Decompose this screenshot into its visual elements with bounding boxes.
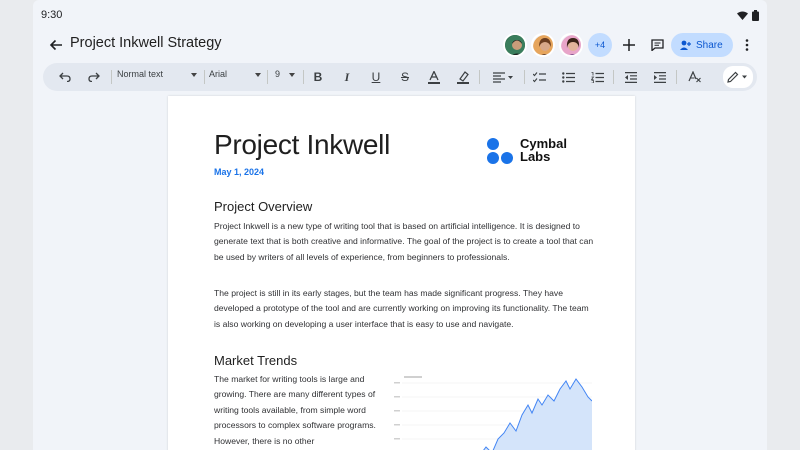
font-dropdown[interactable]: Arial — [209, 69, 261, 85]
person-add-icon — [680, 40, 691, 50]
chart-area — [483, 379, 592, 450]
comment-icon — [650, 39, 664, 51]
bold-icon: B — [313, 70, 323, 84]
company-logo: Cymbal Labs — [486, 137, 586, 167]
document-date: May 1, 2024 — [214, 167, 265, 177]
share-button[interactable]: Share — [671, 33, 733, 57]
underline-icon: U — [371, 70, 381, 84]
decrease-indent-button[interactable] — [622, 68, 640, 86]
checklist-icon — [532, 71, 546, 82]
add-button[interactable] — [620, 36, 638, 54]
document-title[interactable]: Project Inkwell Strategy — [70, 35, 222, 51]
collaborator-avatar[interactable] — [531, 33, 555, 57]
bold-button[interactable]: B — [309, 68, 327, 86]
document-heading: Project Inkwell — [214, 129, 391, 160]
italic-icon: I — [344, 69, 350, 84]
avatar-image — [505, 35, 525, 55]
status-time: 9:30 — [41, 9, 63, 21]
numbered-list-icon — [590, 71, 604, 83]
font-size-dropdown[interactable]: 9 — [275, 69, 295, 85]
chevron-down-icon — [289, 73, 295, 77]
toolbar-divider — [676, 70, 677, 84]
wifi-icon — [737, 11, 748, 20]
battery-icon — [752, 10, 759, 21]
collaborator-avatar[interactable] — [503, 33, 527, 57]
avatar-image — [533, 35, 553, 55]
indent-decrease-icon — [625, 71, 637, 83]
redo-icon — [88, 72, 100, 82]
system-icons — [737, 10, 759, 21]
app-window: 9:30 Project Inkwell Strategy +4 Share N… — [33, 0, 767, 450]
toolbar-divider — [111, 70, 112, 84]
logo-mark-icon — [487, 138, 513, 164]
numbered-list-button[interactable] — [588, 68, 606, 86]
app-header: Project Inkwell Strategy +4 Share — [33, 30, 767, 60]
undo-button[interactable] — [56, 68, 74, 86]
paragraph: The market for writing tools is large an… — [214, 374, 376, 446]
section-heading: Project Overview — [214, 199, 313, 214]
document-page[interactable]: Project Inkwell May 1, 2024 Cymbal Labs … — [168, 96, 635, 450]
toolbar-divider — [267, 70, 268, 84]
collaborator-avatar[interactable] — [559, 33, 583, 57]
pencil-icon — [727, 71, 747, 83]
logo-wordmark: Cymbal Labs — [520, 137, 567, 163]
embedded-chart[interactable] — [392, 375, 592, 450]
increase-indent-button[interactable] — [651, 68, 669, 86]
redo-button[interactable] — [85, 68, 103, 86]
paragraph-style-dropdown[interactable]: Normal text — [117, 69, 197, 85]
highlight-button[interactable] — [454, 68, 472, 86]
clear-formatting-icon — [687, 71, 701, 83]
highlighter-icon — [457, 70, 469, 84]
indent-increase-icon — [654, 71, 666, 83]
chevron-down-icon — [191, 73, 197, 77]
toolbar-divider — [524, 70, 525, 84]
toolbar-divider — [479, 70, 480, 84]
comments-button[interactable] — [648, 36, 666, 54]
share-label: Share — [696, 39, 723, 51]
paragraph-style-value: Normal text — [117, 69, 164, 79]
back-button[interactable] — [47, 36, 65, 54]
section-heading: Market Trends — [214, 353, 298, 368]
avatar-image — [561, 35, 581, 55]
arrow-back-icon — [49, 39, 62, 51]
strikethrough-icon: S — [400, 70, 409, 84]
font-value: Arial — [209, 69, 228, 79]
editing-mode-dropdown[interactable] — [723, 66, 753, 88]
align-left-icon — [493, 71, 513, 83]
toolbar-divider — [303, 70, 304, 84]
formatting-toolbar: Normal text Arial 9 B I U S — [43, 63, 757, 91]
paragraph: The project is still in its early stages… — [214, 288, 589, 329]
clear-formatting-button[interactable] — [685, 68, 703, 86]
text-color-button[interactable] — [425, 68, 443, 86]
checklist-button[interactable] — [530, 68, 548, 86]
more-collaborators-badge[interactable]: +4 — [588, 33, 612, 57]
logo-line: Labs — [520, 149, 551, 164]
font-size-value: 9 — [275, 69, 281, 79]
toolbar-divider — [204, 70, 205, 84]
status-bar: 9:30 — [33, 0, 767, 30]
bulleted-list-icon — [561, 71, 575, 83]
more-vert-icon — [745, 39, 749, 51]
paragraph: Project Inkwell is a new type of writing… — [214, 221, 594, 262]
text-color-icon — [428, 70, 440, 84]
chevron-down-icon — [255, 73, 261, 77]
italic-button[interactable]: I — [338, 68, 356, 86]
undo-icon — [59, 72, 71, 82]
bulleted-list-button[interactable] — [559, 68, 577, 86]
plus-icon — [623, 39, 635, 51]
more-options-button[interactable] — [738, 36, 756, 54]
toolbar-divider — [613, 70, 614, 84]
underline-button[interactable]: U — [367, 68, 385, 86]
align-dropdown[interactable] — [489, 68, 517, 86]
strikethrough-button[interactable]: S — [396, 68, 414, 86]
